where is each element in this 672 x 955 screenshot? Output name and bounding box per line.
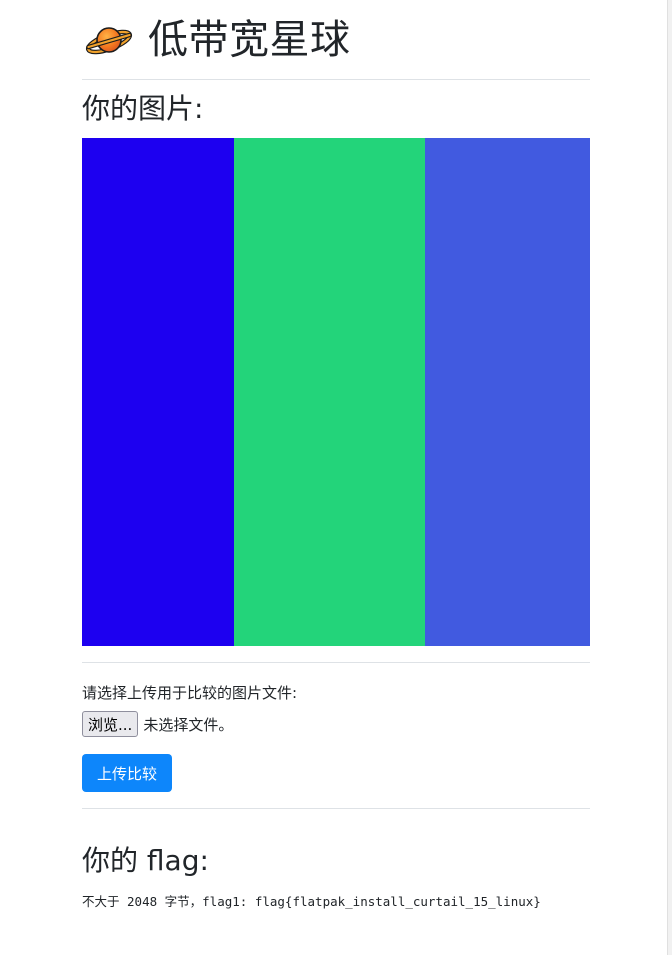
image-stripe-2 (233, 138, 425, 646)
image-section-title: 你的图片: (82, 92, 204, 125)
image-stripe-3 (424, 138, 590, 646)
window-scrollbar-edge[interactable] (667, 0, 672, 955)
file-input[interactable]: 浏览... 未选择文件。 (82, 710, 590, 738)
your-image (82, 138, 590, 646)
flag-section-title: 你的 flag: (82, 844, 209, 877)
divider (82, 662, 590, 663)
flag-text: 不大于 2048 字节，flag1: flag{flatpak_install_… (82, 894, 541, 909)
upload-prompt: 请选择上传用于比较的图片文件: (82, 684, 298, 702)
file-status-text: 未选择文件。 (143, 715, 234, 734)
page-container: 低带宽星球 你的图片: 请选择上传用于比较的图片文件: 浏览... 未选择文件。… (82, 0, 590, 910)
planet-emoji-icon (84, 15, 134, 65)
image-stripe-1 (82, 138, 234, 646)
page-header: 低带宽星球 (82, 0, 590, 80)
browse-button[interactable]: 浏览... (82, 711, 139, 737)
upload-compare-button[interactable]: 上传比较 (82, 754, 172, 792)
page-title: 低带宽星球 (148, 16, 351, 63)
